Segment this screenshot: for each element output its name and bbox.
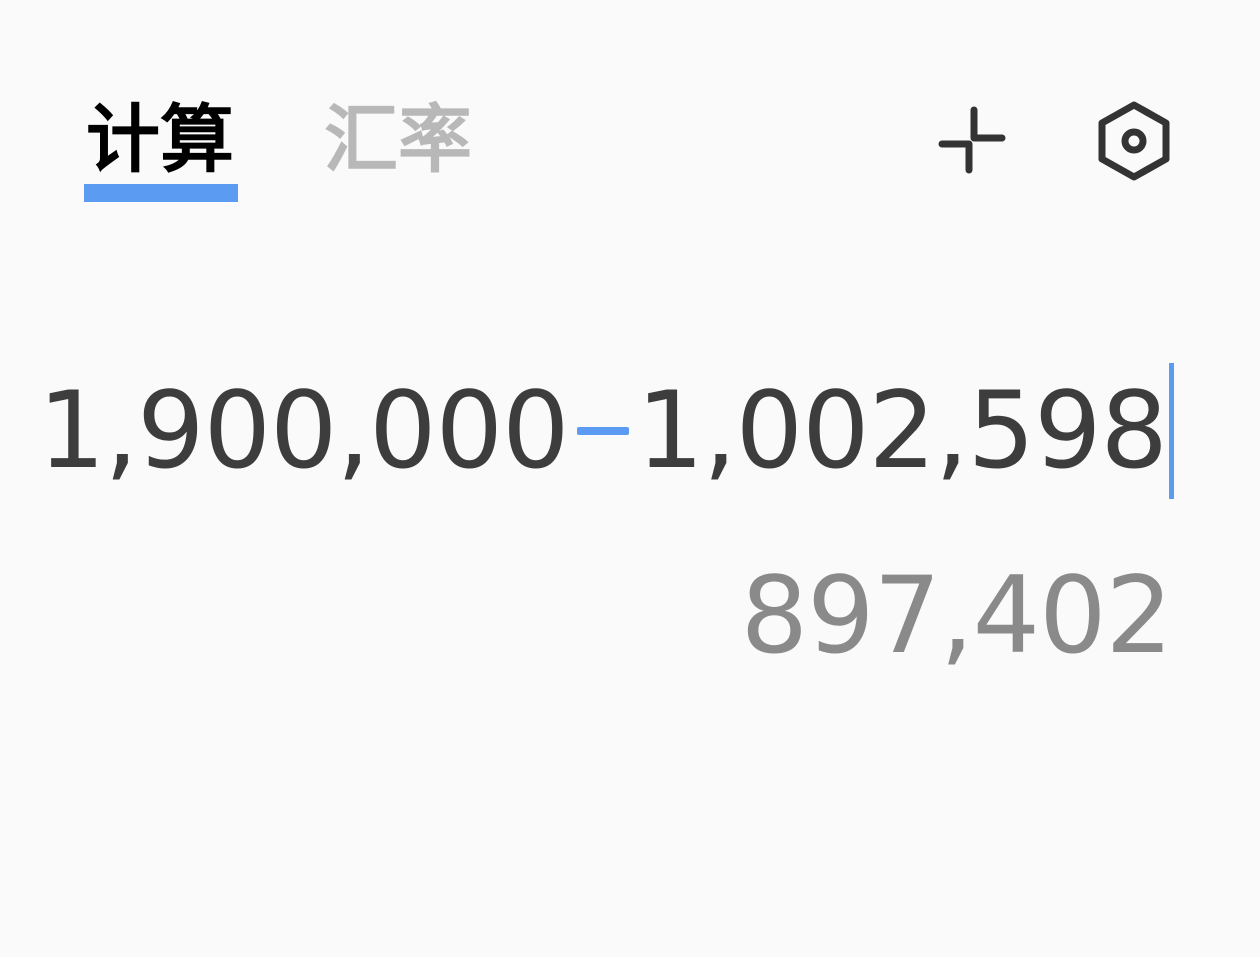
settings-icon[interactable] [1096,100,1172,182]
result-display: 897,402 [740,554,1173,677]
tab-calculator-label: 计算 [86,97,234,183]
text-cursor [1169,363,1174,499]
active-tab-indicator [84,184,238,202]
collapse-icon[interactable] [936,104,1010,178]
expression-display[interactable]: 1,900,000 1,002,598 [38,363,1174,499]
expression-left-operand: 1,900,000 [38,369,569,492]
tab-exchange-rate[interactable]: 汇率 [324,95,472,185]
tab-calculator[interactable]: 计算 [86,95,234,185]
tab-exchange-rate-label: 汇率 [324,97,472,183]
expression-right-operand: 1,002,598 [636,369,1168,492]
minus-operator [576,427,629,435]
